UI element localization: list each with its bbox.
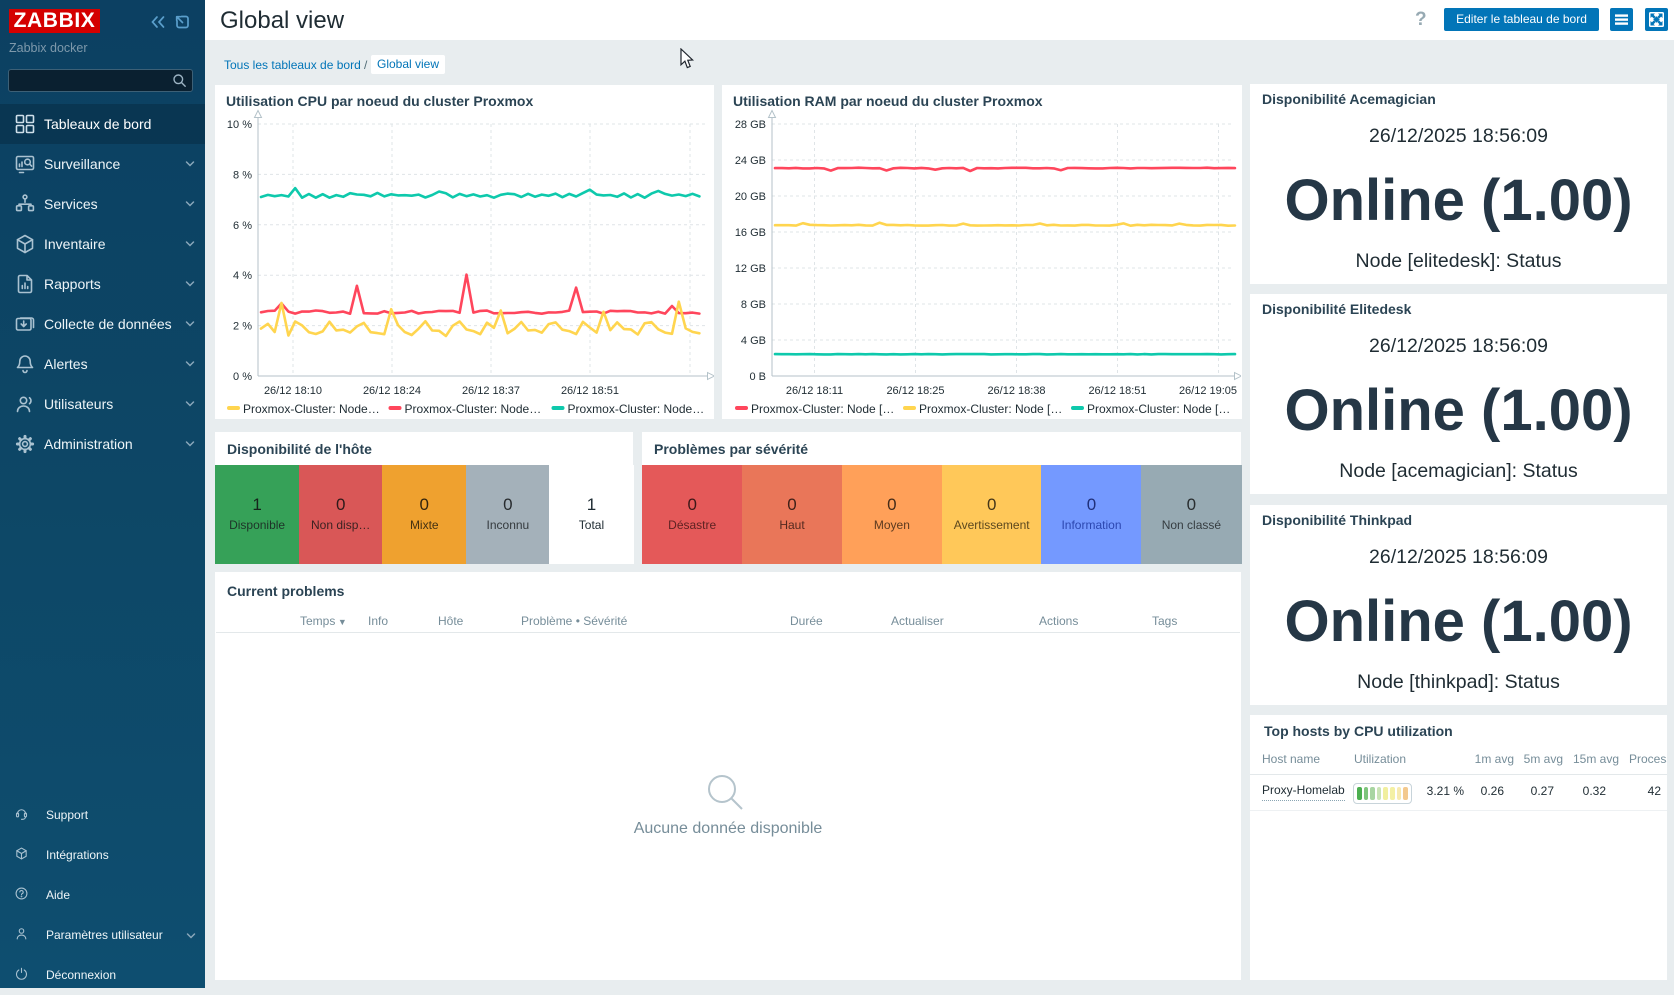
svg-text:26/12 18:24: 26/12 18:24	[363, 385, 421, 397]
svg-text:10 %: 10 %	[227, 119, 252, 131]
svg-text:26/12 18:51: 26/12 18:51	[561, 385, 619, 397]
svg-text:4 GB: 4 GB	[741, 335, 766, 347]
svg-text:4 %: 4 %	[233, 270, 252, 282]
svg-text:Proxmox-Cluster: Node…: Proxmox-Cluster: Node…	[243, 402, 380, 416]
svg-text:Proxmox-Cluster: Node […: Proxmox-Cluster: Node […	[919, 402, 1062, 416]
svg-text:16 GB: 16 GB	[735, 227, 766, 239]
svg-text:26/12 18:51: 26/12 18:51	[1088, 385, 1146, 397]
svg-text:0 B: 0 B	[749, 371, 766, 383]
svg-text:8 GB: 8 GB	[741, 299, 766, 311]
svg-text:26/12 19:05: 26/12 19:05	[1179, 385, 1237, 397]
svg-text:0 %: 0 %	[233, 371, 252, 383]
svg-text:28 GB: 28 GB	[735, 119, 766, 131]
svg-text:26/12 18:37: 26/12 18:37	[462, 385, 520, 397]
svg-text:6 %: 6 %	[233, 220, 252, 232]
svg-text:26/12 18:38: 26/12 18:38	[987, 385, 1045, 397]
svg-text:Proxmox-Cluster: Node […: Proxmox-Cluster: Node […	[1087, 402, 1230, 416]
svg-text:20 GB: 20 GB	[735, 191, 766, 203]
svg-text:12 GB: 12 GB	[735, 263, 766, 275]
svg-text:Proxmox-Cluster: Node…: Proxmox-Cluster: Node…	[568, 402, 705, 416]
svg-text:Proxmox-Cluster: Node…: Proxmox-Cluster: Node…	[405, 402, 542, 416]
svg-text:26/12 18:11: 26/12 18:11	[786, 385, 843, 397]
svg-text:Proxmox-Cluster: Node […: Proxmox-Cluster: Node […	[751, 402, 894, 416]
svg-text:24 GB: 24 GB	[735, 155, 766, 167]
svg-text:2 %: 2 %	[233, 321, 252, 333]
svg-text:26/12 18:10: 26/12 18:10	[264, 385, 322, 397]
svg-text:8 %: 8 %	[233, 169, 252, 181]
svg-text:26/12 18:25: 26/12 18:25	[886, 385, 944, 397]
